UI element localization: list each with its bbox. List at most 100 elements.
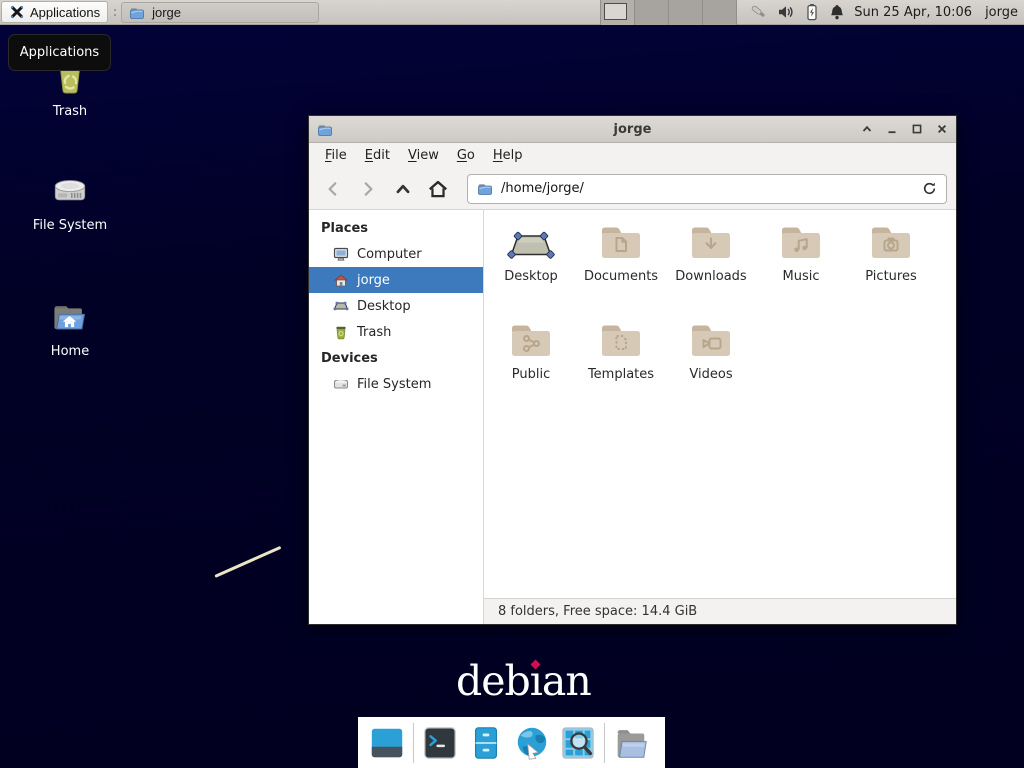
drive-small-icon — [333, 376, 349, 392]
home-button[interactable] — [423, 174, 453, 204]
file-item-templates[interactable]: Templates — [576, 317, 666, 415]
directory-folder-icon — [612, 724, 650, 762]
dock-terminal-button[interactable] — [420, 723, 460, 763]
file-cabinet-icon — [467, 724, 505, 762]
close-button[interactable] — [936, 123, 948, 135]
volume-icon[interactable] — [777, 3, 795, 21]
desktop-scratch-line — [214, 546, 281, 578]
address-bar[interactable]: /home/jorge/ — [467, 174, 947, 204]
music-folder-icon — [777, 219, 825, 267]
templates-folder-icon — [597, 317, 645, 365]
taskbar-window-label: jorge — [152, 5, 181, 20]
file-item-public[interactable]: Public — [486, 317, 576, 415]
desktop-icon-file-system[interactable]: File System — [28, 170, 112, 233]
status-text: 8 folders, Free space: 14.4 GiB — [498, 604, 697, 619]
forward-button[interactable] — [353, 174, 383, 204]
debian-logo-text: deb — [456, 657, 530, 705]
menu-help[interactable]: Help — [484, 145, 532, 166]
sidebar-item-computer[interactable]: Computer — [309, 241, 483, 267]
documents-folder-icon — [597, 219, 645, 267]
pictures-folder-icon — [867, 219, 915, 267]
workspace-switcher[interactable] — [600, 0, 737, 25]
sidebar-header-devices: Devices — [309, 345, 483, 371]
menu-go[interactable]: Go — [448, 145, 484, 166]
up-button[interactable] — [388, 174, 418, 204]
workspace-1[interactable] — [601, 0, 635, 25]
desktop-icon — [333, 298, 349, 314]
file-label: Documents — [584, 269, 658, 284]
downloads-folder-icon — [687, 219, 735, 267]
file-label: Templates — [588, 367, 654, 382]
dock-directory-menu-button[interactable] — [611, 723, 651, 763]
hard-drive-icon — [48, 170, 92, 214]
workspace-window-thumb — [604, 3, 627, 20]
sidebar-header-places: Places — [309, 215, 483, 241]
maximize-button[interactable] — [911, 123, 923, 135]
dock-separator — [604, 723, 605, 763]
file-label: Videos — [689, 367, 732, 382]
back-button[interactable] — [318, 174, 348, 204]
shade-button[interactable] — [861, 123, 873, 135]
file-label: Public — [512, 367, 550, 382]
show-desktop-icon — [368, 724, 406, 762]
dock-file-manager-button[interactable] — [466, 723, 506, 763]
file-label: Desktop — [504, 269, 558, 284]
file-item-desktop[interactable]: Desktop — [486, 219, 576, 317]
dock-application-finder-button[interactable] — [558, 723, 598, 763]
workspace-3[interactable] — [669, 0, 703, 25]
desktop-icon-label: Home — [28, 344, 112, 359]
dock-web-browser-button[interactable] — [512, 723, 552, 763]
sidebar-item-label: Computer — [357, 247, 422, 262]
panel-handle[interactable] — [110, 2, 119, 23]
desktop-icon-home[interactable]: Home — [28, 296, 112, 359]
battery-icon[interactable] — [803, 3, 821, 21]
home-icon — [333, 272, 349, 288]
sidebar-item-trash[interactable]: Trash — [309, 319, 483, 345]
file-view: Desktop Documents — [484, 210, 956, 598]
file-item-downloads[interactable]: Downloads — [666, 219, 756, 317]
reload-icon[interactable] — [922, 181, 937, 196]
menu-bar: File Edit View Go Help — [309, 143, 956, 168]
videos-folder-icon — [687, 317, 735, 365]
file-item-pictures[interactable]: Pictures — [846, 219, 936, 317]
clock[interactable]: Sun 25 Apr, 10:06 — [854, 5, 972, 20]
folder-icon — [129, 5, 145, 20]
tool-tray-icon[interactable] — [749, 3, 769, 21]
sidebar-item-label: File System — [357, 377, 431, 392]
address-text[interactable]: /home/jorge/ — [501, 181, 914, 196]
sidebar-item-label: Desktop — [357, 299, 411, 314]
workspace-2[interactable] — [635, 0, 669, 25]
desktop-icon-label: File System — [28, 218, 112, 233]
desktop: { "colors": { "desktop_bg_top": "#03023a… — [0, 0, 1024, 768]
minimize-button[interactable] — [886, 123, 898, 135]
file-item-videos[interactable]: Videos — [666, 317, 756, 415]
sidebar-item-file-system[interactable]: File System — [309, 371, 483, 397]
dock-show-desktop-button[interactable] — [367, 723, 407, 763]
file-item-documents[interactable]: Documents — [576, 219, 666, 317]
terminal-icon — [421, 724, 459, 762]
sidebar-item-label: Trash — [357, 325, 391, 340]
menu-view[interactable]: View — [399, 145, 448, 166]
workspace-4[interactable] — [703, 0, 737, 25]
notifications-bell-icon[interactable] — [829, 3, 845, 21]
taskbar-window-button[interactable]: jorge — [121, 2, 319, 23]
computer-icon — [333, 246, 349, 262]
applications-tooltip: Applications — [8, 34, 111, 71]
top-panel: Applications jorge — [0, 0, 1024, 25]
sidebar-item-label: jorge — [357, 273, 390, 288]
window-title: jorge — [309, 122, 956, 137]
dock — [358, 717, 665, 768]
titlebar[interactable]: jorge — [309, 116, 956, 143]
sidebar: Places Computer jorge — [309, 210, 484, 624]
address-folder-icon — [477, 181, 493, 196]
applications-menu-button[interactable]: Applications — [1, 1, 108, 23]
file-item-music[interactable]: Music — [756, 219, 846, 317]
session-username[interactable]: jorge — [985, 5, 1018, 20]
debian-logo-text: an — [542, 657, 591, 705]
sidebar-item-desktop[interactable]: Desktop — [309, 293, 483, 319]
desktop-folder-icon — [507, 219, 555, 267]
trash-small-icon — [333, 324, 349, 340]
menu-file[interactable]: File — [316, 145, 356, 166]
menu-edit[interactable]: Edit — [356, 145, 399, 166]
sidebar-item-jorge[interactable]: jorge — [309, 267, 483, 293]
